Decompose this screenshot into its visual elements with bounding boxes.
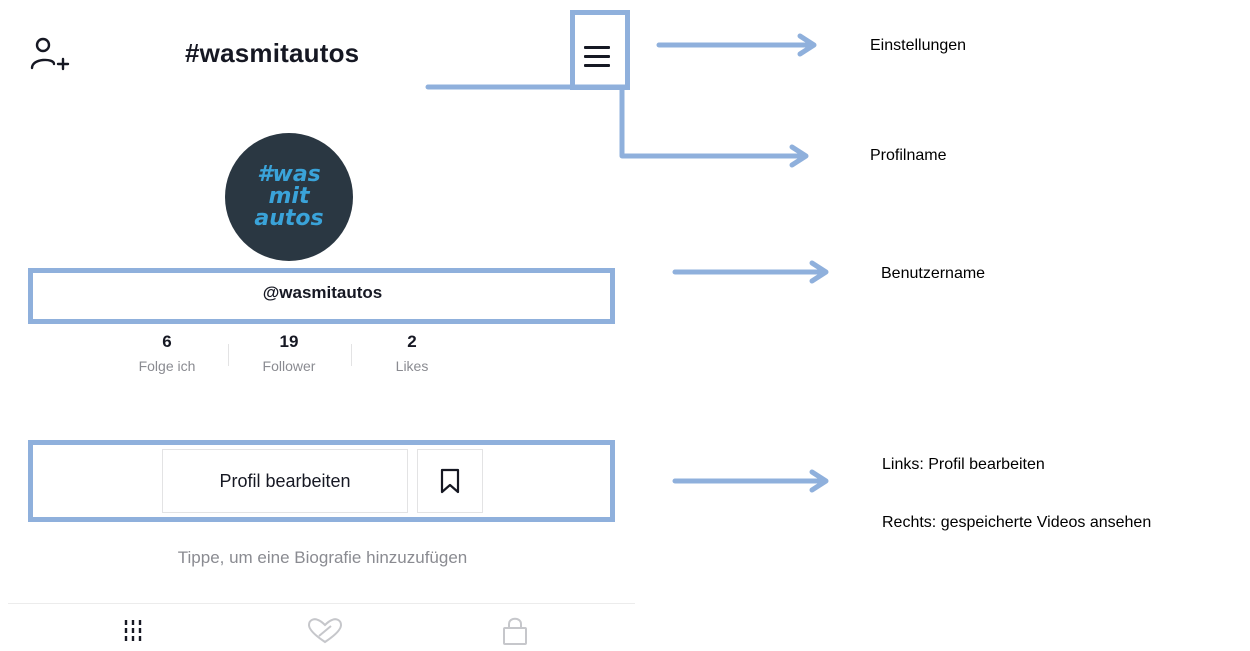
annotation-right-saved: Rechts: gespeicherte Videos ansehen (882, 514, 1152, 531)
annotation-arrows (425, 33, 829, 493)
annotation-settings: Einstellungen (870, 37, 967, 54)
annotation-left-edit: Links: Profil bearbeiten (882, 456, 1045, 473)
annotation-profile-name: Profilname (870, 147, 947, 164)
annotation-username: Benutzername (881, 265, 986, 282)
